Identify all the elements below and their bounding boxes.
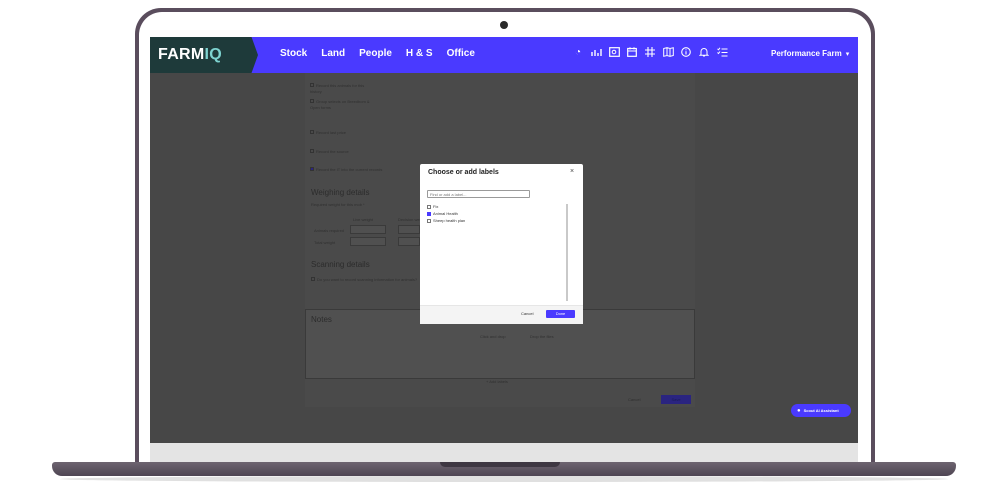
modal-title: Choose or add labels (428, 169, 499, 176)
background-radio (310, 99, 314, 103)
nav-people[interactable]: People (359, 48, 392, 59)
label-option-text: Animal Health (433, 211, 458, 216)
background-input (350, 237, 386, 246)
done-button[interactable]: Done (546, 310, 575, 318)
label-option-animal-health[interactable]: Animal Health (427, 211, 458, 216)
label-option-text: Sheep health plan (433, 218, 466, 223)
modal-scrollbar[interactable] (566, 204, 568, 301)
background-text: Animals required (314, 228, 345, 233)
screen-bottom-strip (150, 443, 858, 463)
background-text: Total weight (314, 240, 336, 245)
background-checkbox (310, 149, 314, 153)
background-text: Open forms (310, 105, 331, 110)
laptop-mockup: FARMIQ Stock Land People H & S Office ◔ (0, 0, 1000, 500)
background-save-label: Save (671, 397, 681, 402)
background-text: + Add labels (486, 379, 508, 384)
bell-icon[interactable] (698, 46, 710, 58)
label-option-fix[interactable]: Fix (427, 204, 438, 209)
toolbar-icons: ◔ (572, 46, 728, 58)
background-text: Live weight (353, 217, 374, 222)
chevron-down-icon: ▾ (845, 51, 850, 58)
laptop-shadow (60, 476, 948, 482)
farmiq-logo: FARMIQ (158, 46, 222, 64)
main-nav: Stock Land People H & S Office (280, 48, 475, 59)
background-text: Record this animals for this (316, 83, 365, 88)
background-checkbox (310, 167, 314, 171)
background-text: Drop the files (530, 334, 554, 339)
nav-health-safety[interactable]: H & S (406, 48, 433, 59)
label-search-input[interactable] (427, 190, 530, 198)
top-navigation-bar: FARMIQ Stock Land People H & S Office ◔ (150, 37, 858, 73)
logo-accent-text: IQ (204, 46, 223, 63)
checkbox-checked[interactable] (427, 211, 431, 216)
grid-icon[interactable] (644, 46, 656, 58)
farm-name: Performance Farm (771, 49, 842, 58)
assistant-icon: ● (797, 407, 801, 414)
background-text: Click and drop (480, 334, 506, 339)
background-text: Record last price (316, 130, 347, 135)
farm-selector[interactable]: Performance Farm ▾ (771, 49, 849, 58)
nav-office[interactable]: Office (447, 48, 475, 59)
background-text: Required weight for this mob * (311, 202, 365, 207)
background-save-button: Save (661, 395, 691, 404)
search-map-icon[interactable] (608, 46, 620, 58)
checklist-icon[interactable] (716, 46, 728, 58)
map-icon[interactable] (662, 46, 674, 58)
speedometer-icon[interactable]: ◔ (572, 46, 584, 58)
label-option-sheep-health-plan[interactable]: Sheep health plan (427, 218, 465, 223)
logo-block[interactable]: FARMIQ (150, 37, 258, 73)
scout-ai-assistant-button[interactable]: ● Scout AI Assistant (791, 404, 851, 417)
chart-icon[interactable] (590, 46, 602, 58)
background-text: Do you want to record scanning informati… (317, 277, 418, 282)
webcam-icon (500, 21, 508, 29)
calendar-icon[interactable] (626, 46, 638, 58)
background-input (398, 237, 420, 246)
app-screen: FARMIQ Stock Land People H & S Office ◔ (150, 37, 858, 443)
background-cancel-button: Cancel (628, 397, 641, 402)
checkbox[interactable] (427, 204, 431, 209)
background-checkbox (311, 277, 315, 281)
close-icon[interactable]: × (570, 168, 574, 175)
nav-land[interactable]: Land (321, 48, 345, 59)
background-text: Record the IT into the current records (316, 167, 383, 172)
background-input (398, 225, 420, 234)
background-text: Record the source (316, 149, 349, 154)
background-heading: Weighing details (311, 188, 370, 197)
background-text: Group selects on Breedbom & (316, 99, 370, 104)
label-option-text: Fix (433, 204, 439, 209)
background-radio (310, 83, 314, 87)
nav-stock[interactable]: Stock (280, 48, 307, 59)
background-text: history (310, 89, 322, 94)
logo-text: FARM (158, 46, 205, 63)
checkbox[interactable] (427, 218, 431, 223)
background-checkbox (310, 130, 314, 134)
info-icon[interactable] (680, 46, 692, 58)
background-heading: Scanning details (311, 260, 370, 269)
background-input (350, 225, 386, 234)
background-heading: Notes (311, 315, 332, 324)
choose-labels-modal: Choose or add labels × Fix Animal Health… (420, 164, 583, 324)
cancel-button[interactable]: Cancel (521, 311, 533, 316)
scout-ai-assistant-label: Scout AI Assistant (803, 408, 839, 413)
laptop-base-notch (440, 462, 560, 467)
